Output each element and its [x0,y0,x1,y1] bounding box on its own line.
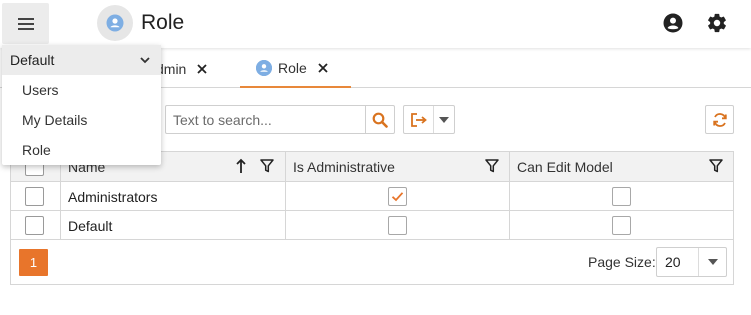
menu-item-users[interactable]: Users [2,75,161,105]
cell-is-administrative [388,182,407,211]
close-icon[interactable] [317,62,329,74]
is-administrative-checkbox [388,216,407,235]
export-main[interactable] [404,106,434,133]
page-size-value: 20 [665,254,681,270]
cell-can-edit-model [612,211,631,240]
search-placeholder: Text to search... [173,111,272,128]
tab-role[interactable]: Role [240,50,351,88]
page-button-current[interactable]: 1 [19,249,48,276]
cell-name[interactable]: Administrators [68,182,157,211]
can-edit-model-checkbox [612,187,631,206]
column-label: Is Administrative [293,158,395,175]
dropdown-selected-group[interactable]: Default [2,45,161,75]
cell-is-administrative [388,211,407,240]
role-avatar-icon [97,5,133,41]
refresh-icon [712,112,727,127]
export-icon [410,112,427,127]
column-header-is-administrative[interactable]: Is Administrative [293,152,395,181]
export-button[interactable] [403,105,455,134]
grid-pager: 1 Page Size: 20 [11,241,733,284]
cell-can-edit-model [612,182,631,211]
checkbox[interactable] [25,187,44,206]
row-divider [11,239,733,240]
caret-down-icon [439,116,449,123]
page-size-label: Page Size: [588,254,656,270]
navigation-dropdown-menu: Default Users My Details Role [2,45,161,165]
search-icon [372,112,388,128]
is-administrative-checkbox-checked [388,187,407,206]
tab-label: Role [278,60,307,76]
cell-text: Administrators [68,188,158,205]
column-divider [285,152,286,240]
cell-text: Default [68,217,113,234]
hamburger-menu-icon [17,17,34,30]
dropdown-selected-label: Default [10,52,55,68]
can-edit-model-checkbox [612,216,631,235]
close-icon[interactable] [196,63,208,75]
menu-item-my-details[interactable]: My Details [2,105,161,135]
checkmark-icon [391,192,404,202]
export-dropdown-toggle[interactable] [434,106,454,133]
filter-icon[interactable] [485,159,499,173]
page-size-select[interactable]: 20 [656,247,727,277]
column-label: Can Edit Model [517,158,613,175]
app-header: Role [0,0,751,48]
filter-icon[interactable] [260,159,274,173]
page-title: Role [141,11,185,34]
filter-icon[interactable] [709,159,723,173]
column-divider [60,152,61,240]
gear-icon[interactable] [706,12,728,34]
account-circle-icon[interactable] [662,12,684,34]
column-divider [509,152,510,240]
cell-name[interactable]: Default [68,211,112,240]
hamburger-menu-button[interactable] [2,3,49,44]
sort-ascending-icon[interactable] [235,158,247,174]
search-button[interactable] [365,105,395,134]
chevron-down-icon[interactable] [139,54,151,66]
role-avatar-icon [256,60,272,76]
column-header-can-edit-model[interactable]: Can Edit Model [517,152,613,181]
search-input[interactable]: Text to search... [165,105,366,134]
checkbox[interactable] [25,216,44,235]
roles-grid: Name Is Administrative Can Edit Model Ad… [10,151,734,285]
menu-item-role[interactable]: Role [2,135,161,165]
caret-down-icon [707,259,718,265]
page-size-dropdown-toggle[interactable] [698,248,726,276]
refresh-button[interactable] [705,105,734,134]
row-select-checkbox[interactable] [25,211,44,240]
row-select-checkbox[interactable] [25,182,44,211]
